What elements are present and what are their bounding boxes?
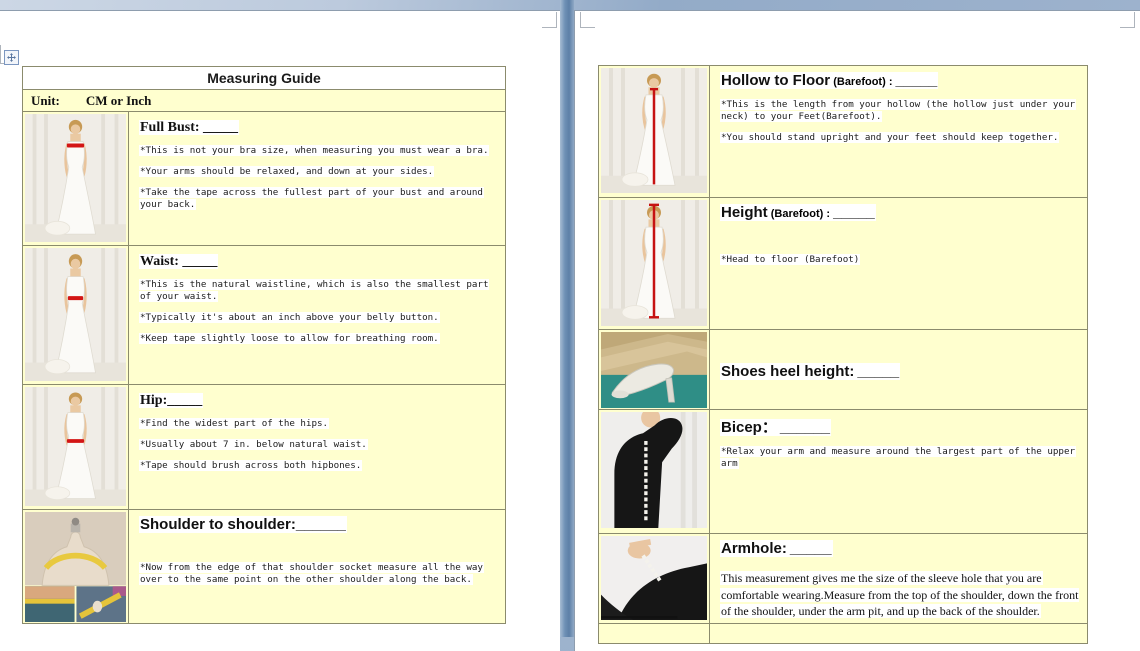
bride-red-line-hollow-to-floor-photo (601, 68, 707, 193)
hip-heading: Hip:_____ (139, 393, 203, 408)
hollow-to-floor-row: Hollow to Floor (Barefoot) : _____ *This… (599, 66, 1087, 197)
bullet: *Now from the edge of that shoulder sock… (139, 562, 501, 586)
full-bust-row: Full Bust: _____ *This is not your bra s… (23, 111, 505, 245)
bride-red-band-at-hip-photo (25, 387, 126, 506)
bicep-image-cell (599, 410, 710, 533)
shoulder-heading: Shoulder to shoulder:______ (139, 516, 347, 533)
unit-value: CM or Inch (86, 90, 151, 111)
armhole-paragraph: This measurement gives me the size of th… (720, 570, 1083, 620)
high-heel-shoe-photo (601, 332, 707, 408)
shoes-heel-text-cell: Shoes heel height: _____ (710, 330, 1087, 409)
armhole-row: Armhole: _____ This measurement gives me… (599, 533, 1087, 623)
waist-row: Waist: _____ *This is the natural waistl… (23, 245, 505, 384)
full-bust-text-cell: Full Bust: _____ *This is not your bra s… (129, 112, 505, 245)
waist-text-cell: Waist: _____ *This is the natural waistl… (129, 246, 505, 384)
bullet: *Find the widest part of the hips. (139, 418, 501, 430)
armhole-heading: Armhole: _____ (720, 540, 833, 557)
bullet: *Head to floor (Barefoot) (720, 254, 1083, 266)
hollow-to-floor-heading: Hollow to Floor (Barefoot) : _____ (720, 72, 938, 89)
armhole-text-cell: Armhole: _____ This measurement gives me… (710, 534, 1087, 623)
height-image-cell (599, 198, 710, 329)
next-row-partial (599, 623, 1087, 643)
bride-red-band-at-bust-photo (25, 114, 126, 242)
bullet: *Relax your arm and measure around the l… (720, 446, 1083, 470)
bullet: *Take the tape across the fullest part o… (139, 187, 501, 211)
shoes-heel-image-cell (599, 330, 710, 409)
hip-image-cell (23, 385, 129, 509)
hollow-to-floor-image-cell (599, 66, 710, 197)
shoes-heel-heading: Shoes heel height: _____ (720, 363, 900, 380)
shoulder-text-cell: Shoulder to shoulder:______ *Now from th… (129, 510, 505, 623)
height-heading: Height (Barefoot) : _____ (720, 204, 876, 221)
bride-red-band-at-waist-photo (25, 248, 126, 381)
bicep-measuring-photo (601, 412, 707, 528)
shoulder-row: Shoulder to shoulder:______ *Now from th… (23, 509, 505, 623)
title-text: Measuring Guide (23, 67, 505, 89)
next-row-image-cell (599, 624, 710, 643)
height-text-cell: Height (Barefoot) : _____ *Head to floor… (710, 198, 1087, 329)
hip-row: Hip:_____ *Find the widest part of the h… (23, 384, 505, 509)
bullet: *Typically it's about an inch above your… (139, 312, 501, 324)
shoes-heel-row: Shoes heel height: _____ (599, 329, 1087, 409)
height-row: Height (Barefoot) : _____ *Head to floor… (599, 197, 1087, 329)
bullet: *Keep tape slightly loose to allow for b… (139, 333, 501, 345)
bullet: *You should stand upright and your feet … (720, 132, 1083, 144)
bicep-heading: Bicep： ______ (720, 419, 831, 436)
armhole-measuring-photo (601, 536, 707, 620)
word-workspace: { "accent_colors": { "cell_yellow": "#ff… (0, 0, 1140, 637)
bullet: *This is not your bra size, when measuri… (139, 145, 501, 157)
bullet: *Usually about 7 in. below natural waist… (139, 439, 501, 451)
measuring-guide-table-right: Hollow to Floor (Barefoot) : _____ *This… (598, 65, 1088, 644)
bullet: *Your arms should be relaxed, and down a… (139, 166, 501, 178)
bride-red-line-head-to-floor-photo (601, 200, 707, 326)
next-row-text-cell (710, 624, 1087, 643)
armhole-image-cell (599, 534, 710, 623)
shoulder-measuring-collage-photo (25, 512, 126, 622)
unit-row: Unit: CM or Inch (23, 89, 505, 111)
shoulder-image-cell (23, 510, 129, 623)
page-gap-background (560, 0, 574, 637)
full-bust-image-cell (23, 112, 129, 245)
waist-heading: Waist: _____ (139, 254, 218, 269)
bicep-row: Bicep： ______ *Relax your arm and measur… (599, 409, 1087, 533)
unit-label: Unit: (31, 90, 60, 111)
bullet: *This is the natural waistline, which is… (139, 279, 501, 303)
bullet: *This is the length from your hollow (th… (720, 99, 1083, 123)
hollow-to-floor-text-cell: Hollow to Floor (Barefoot) : _____ *This… (710, 66, 1087, 197)
bicep-text-cell: Bicep： ______ *Relax your arm and measur… (710, 410, 1087, 533)
margin-crop-mark (1120, 12, 1135, 28)
table-move-icon[interactable] (4, 50, 19, 65)
margin-crop-mark (580, 12, 595, 28)
waist-image-cell (23, 246, 129, 384)
hip-text-cell: Hip:_____ *Find the widest part of the h… (129, 385, 505, 509)
page-title: Measuring Guide (23, 67, 505, 89)
margin-crop-mark (542, 12, 557, 28)
bullet: *Tape should brush across both hipbones. (139, 460, 501, 472)
measuring-guide-table-left: Measuring Guide Unit: CM or Inch Full Bu… (22, 66, 506, 624)
full-bust-heading: Full Bust: _____ (139, 120, 239, 135)
